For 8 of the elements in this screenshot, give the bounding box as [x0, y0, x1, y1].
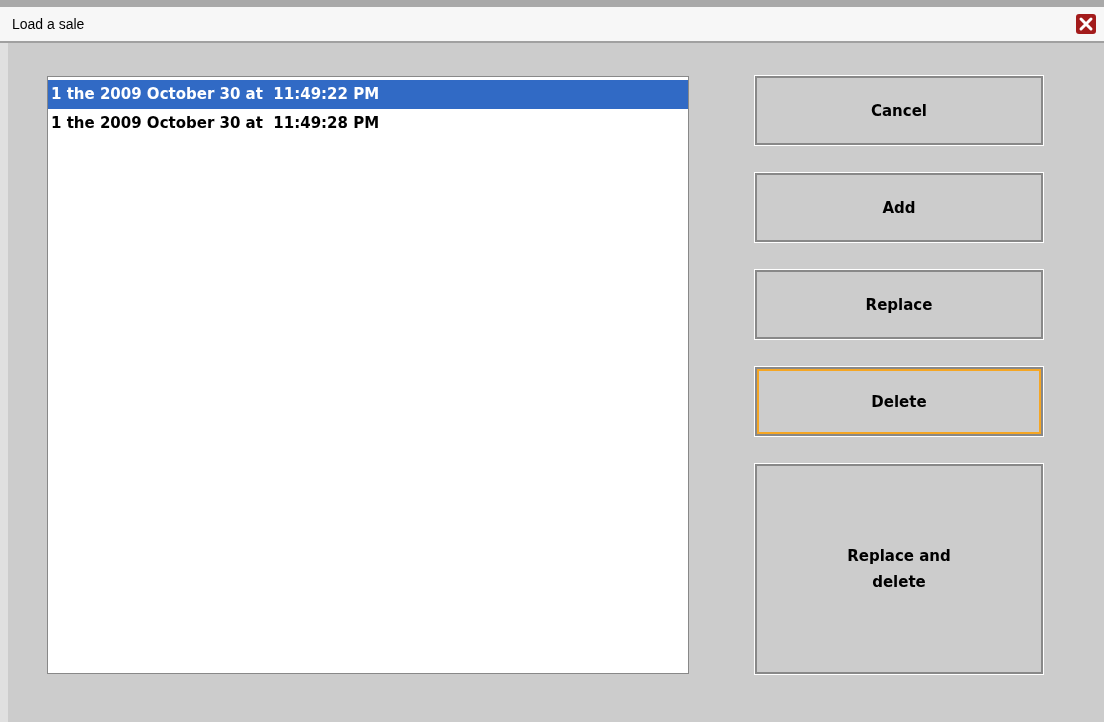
dialog-button[interactable]: Replace [755, 270, 1043, 339]
close-icon[interactable] [1076, 14, 1096, 34]
dialog-button[interactable]: Cancel [755, 76, 1043, 145]
window-title: Load a sale [12, 14, 85, 34]
dialog-button[interactable]: Add [755, 173, 1043, 242]
dialog-button[interactable]: Delete [755, 367, 1043, 436]
sale-list-item[interactable]: 1 the 2009 October 30 at 11:49:22 PM [48, 80, 688, 109]
dialog-button[interactable]: Replace and delete [755, 464, 1043, 674]
